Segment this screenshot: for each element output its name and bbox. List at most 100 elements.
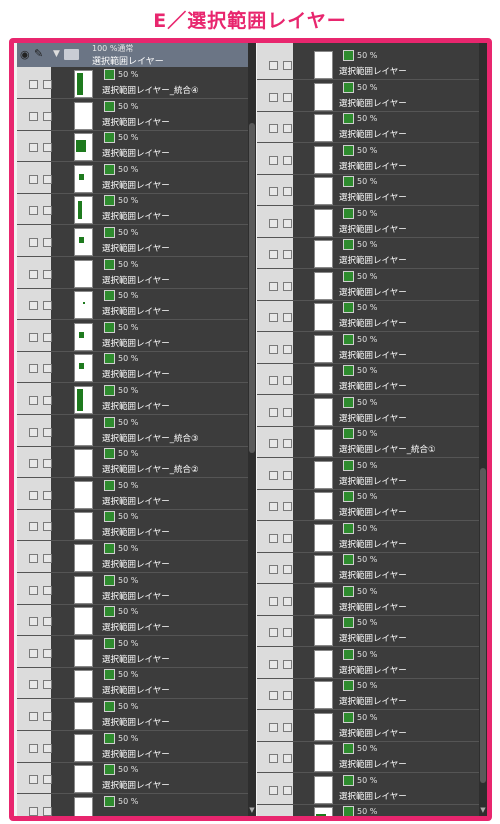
lock-checkbox[interactable] [283,281,292,291]
lock-checkbox[interactable] [283,565,292,574]
layer-row[interactable]: 50 % 選択範囲レイヤー [257,584,487,616]
layer-mask-icon[interactable] [343,428,354,439]
layer-row[interactable]: 50 % [17,794,256,816]
lock-checkbox[interactable] [43,680,52,690]
layer-mask-icon[interactable] [343,491,354,502]
layer-row[interactable]: 50 % 選択範囲レイヤー [257,552,487,584]
lock-checkbox[interactable] [43,617,52,627]
visibility-checkbox[interactable] [29,332,38,342]
lock-checkbox[interactable] [283,722,292,732]
visibility-checkbox[interactable] [29,648,38,658]
layer-row[interactable]: 50 % 選択範囲レイヤー [17,478,256,510]
visibility-checkbox[interactable] [29,680,38,690]
layer-mask-icon[interactable] [104,764,115,776]
visibility-checkbox[interactable] [269,722,278,732]
layer-mask-icon[interactable] [343,617,354,628]
lock-checkbox[interactable] [43,206,52,216]
layer-mask-icon[interactable] [104,290,115,302]
visibility-checkbox[interactable] [269,250,278,259]
lock-checkbox[interactable] [283,439,292,448]
lock-checkbox[interactable] [43,806,52,816]
visibility-checkbox[interactable] [29,712,38,721]
layer-row[interactable]: 50 % 選択範囲レイヤー_統合③ [17,415,256,447]
lock-checkbox[interactable] [43,427,52,437]
layer-row[interactable]: 50 % 選択範囲レイヤー [17,162,256,194]
visibility-checkbox[interactable] [269,376,278,385]
layer-mask-icon[interactable] [104,448,115,460]
layer-mask-icon[interactable] [343,50,354,61]
visibility-checkbox[interactable] [29,80,38,89]
visibility-checkbox[interactable] [29,396,38,405]
visibility-checkbox[interactable] [269,187,278,196]
visibility-checkbox[interactable] [29,806,38,816]
visibility-checkbox[interactable] [269,659,278,669]
layer-mask-icon[interactable] [104,511,115,523]
visibility-checkbox[interactable] [269,439,278,448]
layer-row[interactable]: 50 % 選択範囲レイヤー [17,99,256,131]
layer-row[interactable]: 50 % 選択範囲レイヤー [17,320,256,352]
lock-checkbox[interactable] [283,187,292,196]
lock-checkbox[interactable] [43,364,52,374]
visibility-checkbox[interactable] [29,143,38,153]
layer-row[interactable]: 50 % [257,804,487,816]
layer-row[interactable]: 50 % 選択範囲レイヤー [257,80,487,112]
layer-row[interactable]: 50 % 選択範囲レイヤー [17,573,256,605]
layer-mask-icon[interactable] [104,606,115,618]
layer-row[interactable]: 50 % 選択範囲レイヤー [17,667,256,700]
layer-row[interactable]: 50 % 選択範囲レイヤー [257,395,487,427]
visibility-checkbox[interactable] [269,281,278,291]
visibility-checkbox[interactable] [269,596,278,606]
layer-row[interactable]: 50 % 選択範囲レイヤー [257,174,487,206]
layer-mask-icon[interactable] [104,479,115,491]
scrollbar-thumb[interactable] [249,123,255,453]
layer-mask-icon[interactable] [104,543,115,554]
scroll-down-icon[interactable]: ▼ [479,806,487,814]
lock-checkbox[interactable] [43,80,52,89]
layer-row[interactable]: 50 % 選択範囲レイヤー [257,206,487,238]
layer-mask-icon[interactable] [343,333,354,345]
layer-mask-icon[interactable] [343,648,354,660]
visibility-checkbox[interactable] [29,554,38,563]
layer-mask-icon[interactable] [104,669,115,681]
layer-row[interactable]: 50 % 選択範囲レイヤー [257,741,487,773]
layer-mask-icon[interactable] [104,574,115,586]
visibility-checkbox[interactable] [269,691,278,700]
lock-checkbox[interactable] [43,238,52,247]
layer-row[interactable]: 50 % 選択範囲レイヤー [257,237,487,269]
scroll-down-icon[interactable]: ▼ [248,806,256,814]
layer-mask-icon[interactable] [104,227,115,238]
layer-row[interactable]: 50 % 選択範囲レイヤー [17,731,256,763]
lock-checkbox[interactable] [43,269,52,279]
visibility-checkbox[interactable] [29,111,38,121]
layer-mask-icon[interactable] [343,270,354,282]
layer-row[interactable]: 50 % 選択範囲レイヤー [257,458,487,490]
lock-checkbox[interactable] [283,691,292,700]
layer-mask-icon[interactable] [104,100,115,112]
layer-row[interactable]: 50 % 選択範囲レイヤー [257,647,487,679]
lock-checkbox[interactable] [283,659,292,669]
layer-mask-icon[interactable] [104,795,115,807]
layer-row[interactable]: 50 % 選択範囲レイヤー [257,269,487,301]
layer-row[interactable]: 50 % 選択範囲レイヤー [17,762,256,795]
lock-checkbox[interactable] [43,743,52,753]
layer-row[interactable]: 50 % 選択範囲レイヤー [257,678,487,710]
layer-row[interactable]: 50 % 選択範囲レイヤー [257,300,487,332]
lock-checkbox[interactable] [283,470,292,480]
layer-row[interactable]: 50 % 選択範囲レイヤー [17,699,256,731]
layer-mask-icon[interactable] [104,385,115,396]
lock-checkbox[interactable] [283,344,292,354]
layer-row[interactable]: 50 % 選択範囲レイヤー [257,143,487,175]
lock-checkbox[interactable] [283,376,292,385]
layer-row[interactable]: 50 % 選択範囲レイヤー_統合② [17,446,256,479]
layer-row[interactable]: 50 % 選択範囲レイヤー [257,773,487,805]
visibility-checkbox[interactable] [269,785,278,795]
layer-mask-icon[interactable] [343,81,354,93]
layer-mask-icon[interactable] [343,806,354,816]
lock-checkbox[interactable] [43,585,52,595]
layer-mask-icon[interactable] [343,459,354,471]
layer-row[interactable]: 50 % 選択範囲レイヤー [17,130,256,163]
lock-checkbox[interactable] [283,250,292,259]
layer-row[interactable]: 50 % 選択範囲レイヤー [17,636,256,668]
layer-mask-icon[interactable] [343,207,354,219]
layer-row[interactable]: 50 % 選択範囲レイヤー_統合① [257,426,487,458]
